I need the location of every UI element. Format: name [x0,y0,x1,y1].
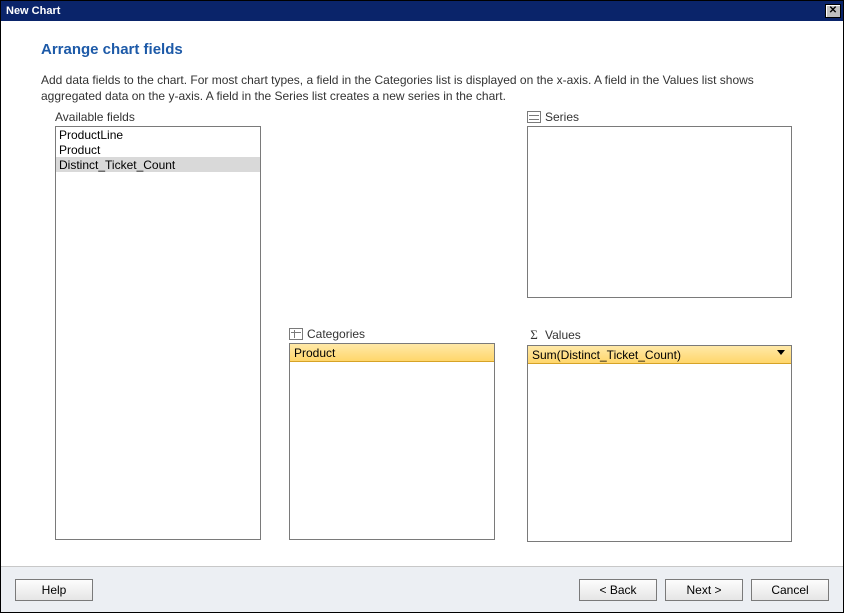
values-label: Σ Values [527,327,792,343]
next-button[interactable]: Next > [665,579,743,601]
categories-field-item[interactable]: Product [290,344,494,362]
values-label-text: Values [545,328,581,342]
values-area: Σ Values Sum(Distinct_Ticket_Count) [527,327,792,542]
series-label-text: Series [545,110,579,124]
page-title: Arrange chart fields [41,41,803,58]
wizard-content: Arrange chart fields Add data fields to … [1,21,843,612]
chevron-down-icon[interactable] [777,350,785,355]
available-field-item[interactable]: ProductLine [56,127,260,142]
close-button[interactable]: ✕ [825,4,841,18]
series-dropzone[interactable] [527,126,792,298]
cancel-button[interactable]: Cancel [751,579,829,601]
available-field-item[interactable]: Distinct_Ticket_Count [56,157,260,172]
categories-label-text: Categories [307,327,365,341]
categories-dropzone[interactable]: Product [289,343,495,540]
values-field-item[interactable]: Sum(Distinct_Ticket_Count) [528,346,791,364]
page-description: Add data fields to the chart. For most c… [41,72,803,104]
series-icon [527,111,541,123]
series-label: Series [527,110,792,124]
wizard-footer: Help < Back Next > Cancel [1,566,843,612]
title-bar: New Chart ✕ [1,1,843,21]
available-fields-area: Available fields ProductLineProductDisti… [55,110,261,540]
values-field-text: Sum(Distinct_Ticket_Count) [532,348,681,362]
close-icon: ✕ [829,6,837,16]
values-dropzone[interactable]: Sum(Distinct_Ticket_Count) [527,345,792,542]
field-layout: Available fields ProductLineProductDisti… [41,110,801,540]
available-fields-label: Available fields [55,110,261,124]
sigma-icon: Σ [527,327,541,343]
series-area: Series [527,110,792,298]
available-field-item[interactable]: Product [56,142,260,157]
categories-area: Categories Product [289,327,495,540]
categories-label: Categories [289,327,495,341]
window-title: New Chart [6,5,60,17]
help-button[interactable]: Help [15,579,93,601]
categories-icon [289,328,303,340]
available-fields-list[interactable]: ProductLineProductDistinct_Ticket_Count [55,126,261,540]
back-button[interactable]: < Back [579,579,657,601]
